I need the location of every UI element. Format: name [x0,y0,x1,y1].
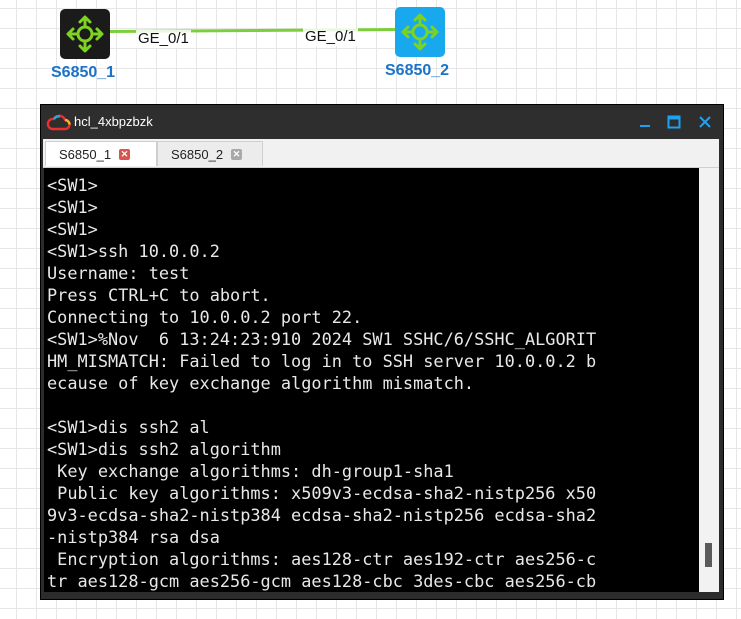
terminal-line: 9v3-ecdsa-sha2-nistp384 ecdsa-sha2-nistp… [47,505,597,525]
terminal-line: Public key algorithms: x509v3-ecdsa-sha2… [47,483,597,503]
terminal-line: HM_MISMATCH: Failed to log in to SSH ser… [47,351,597,371]
port-label-right: GE_0/1 [303,28,358,46]
close-icon[interactable]: ✕ [231,148,243,160]
terminal-line: <SW1> [47,175,98,195]
window-titlebar[interactable]: hcl_4xbpzbzk [41,105,723,139]
terminal-output[interactable]: <SW1> <SW1> <SW1> <SW1>ssh 10.0.0.2 Username… [44,168,699,592]
device-name-s6850-1: S6850_1 [51,64,116,81]
terminal-line: ecause of key exchange algorithm mismatc… [47,373,475,393]
window-title: hcl_4xbpzbzk [74,114,153,129]
tab-bar: S6850_1 ✕ S6850_2 ✕ [43,139,719,168]
terminal-window: hcl_4xbpzbzk S6850_1 ✕ S6850_2 ✕ <SW1> <… [40,104,724,600]
maximize-icon [667,115,681,129]
terminal-lines: <SW1> <SW1> <SW1> <SW1>ssh 10.0.0.2 Username… [44,168,699,592]
switch-icon [66,15,104,53]
scrollbar[interactable] [699,168,719,592]
terminal-line: Encryption algorithms: aes128-ctr aes192… [47,549,597,569]
terminal-line: <SW1>dis ssh2 al [47,417,210,437]
minimize-button[interactable] [634,111,656,133]
terminal-line: Connecting to 10.0.0.2 port 22. [47,307,363,327]
cloud-icon [46,114,71,131]
maximize-button[interactable] [663,111,685,133]
close-icon [699,116,711,128]
terminal-line: <SW1>ssh 10.0.0.2 [47,241,220,261]
tab-label: S6850_1 [59,146,112,162]
terminal-line: <SW1>dis ssh2 algorithm [47,439,281,459]
tab-label: S6850_2 [171,146,224,162]
terminal-line: <SW1>%Nov 6 13:24:23:910 2024 SW1 SSHC/6… [47,329,597,349]
terminal-line: <SW1> [47,197,98,217]
scrollbar-thumb[interactable] [705,543,712,567]
port-label-left: GE_0/1 [136,30,191,48]
switch-icon [401,13,439,51]
terminal-line: -nistp384 rsa dsa [47,527,220,547]
device-name-s6850-2: S6850_2 [385,62,450,79]
terminal-line: Username: test [47,263,190,283]
terminal-line: <SW1> [47,219,98,239]
close-button[interactable] [694,111,716,133]
device-s6850-1[interactable] [60,9,110,59]
close-icon[interactable]: ✕ [119,148,131,160]
device-s6850-2[interactable] [395,7,445,57]
tab-s6850-2[interactable]: S6850_2 ✕ [157,141,263,166]
terminal-line: Press CTRL+C to abort. [47,285,271,305]
tab-s6850-1[interactable]: S6850_1 ✕ [45,141,157,166]
terminal-line: Key exchange algorithms: dh-group1-sha1 [47,461,454,481]
minimize-icon [640,125,650,127]
terminal-line: tr aes128-gcm aes256-gcm aes128-cbc 3des… [47,571,597,591]
